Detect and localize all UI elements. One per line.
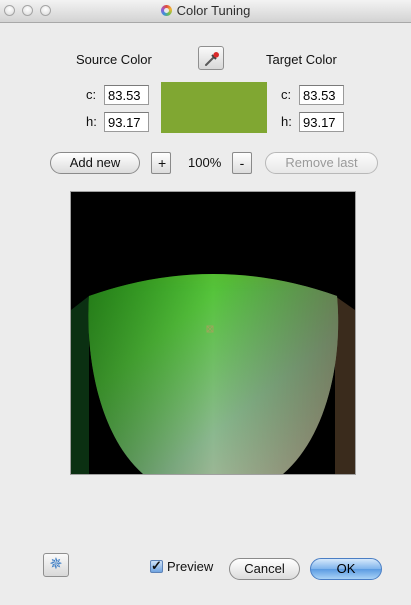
source-h-label: h: bbox=[86, 114, 97, 129]
color-tuning-window: Color Tuning Source Color Target Color c… bbox=[0, 0, 411, 605]
preview-label: Preview bbox=[167, 559, 214, 574]
add-new-button[interactable]: Add new bbox=[50, 152, 140, 174]
target-h-field[interactable] bbox=[299, 112, 344, 132]
gear-icon: ✵ bbox=[49, 556, 63, 573]
color-wheel-icon bbox=[160, 5, 172, 16]
color-wheel-canvas[interactable] bbox=[70, 191, 356, 475]
checkmark-icon: ✓ bbox=[151, 558, 162, 573]
color-wheel-graphic bbox=[71, 192, 355, 474]
target-c-field[interactable] bbox=[299, 85, 344, 105]
target-color-label: Target Color bbox=[266, 52, 337, 67]
source-c-label: c: bbox=[86, 87, 97, 102]
eyedropper-icon bbox=[205, 52, 219, 66]
target-h-label: h: bbox=[281, 114, 292, 129]
preview-checkbox[interactable]: ✓ bbox=[150, 558, 163, 573]
zoom-level: 100% bbox=[188, 155, 222, 170]
eyedropper-button[interactable] bbox=[198, 46, 224, 70]
title-bar[interactable]: Color Tuning bbox=[0, 0, 411, 23]
source-color-label: Source Color bbox=[76, 52, 152, 67]
window-title: Color Tuning bbox=[176, 3, 251, 18]
target-c-label: c: bbox=[281, 87, 292, 102]
source-c-field[interactable] bbox=[104, 85, 149, 105]
cancel-button[interactable]: Cancel bbox=[229, 558, 300, 580]
remove-last-button[interactable]: Remove last bbox=[265, 152, 378, 174]
window-title-wrap: Color Tuning bbox=[0, 0, 411, 22]
color-swatch bbox=[161, 82, 267, 133]
source-h-field[interactable] bbox=[104, 112, 149, 132]
zoom-in-button[interactable]: + bbox=[151, 152, 171, 174]
ok-button[interactable]: OK bbox=[310, 558, 382, 580]
settings-button[interactable]: ✵ bbox=[43, 553, 69, 577]
zoom-out-button[interactable]: - bbox=[232, 152, 252, 174]
